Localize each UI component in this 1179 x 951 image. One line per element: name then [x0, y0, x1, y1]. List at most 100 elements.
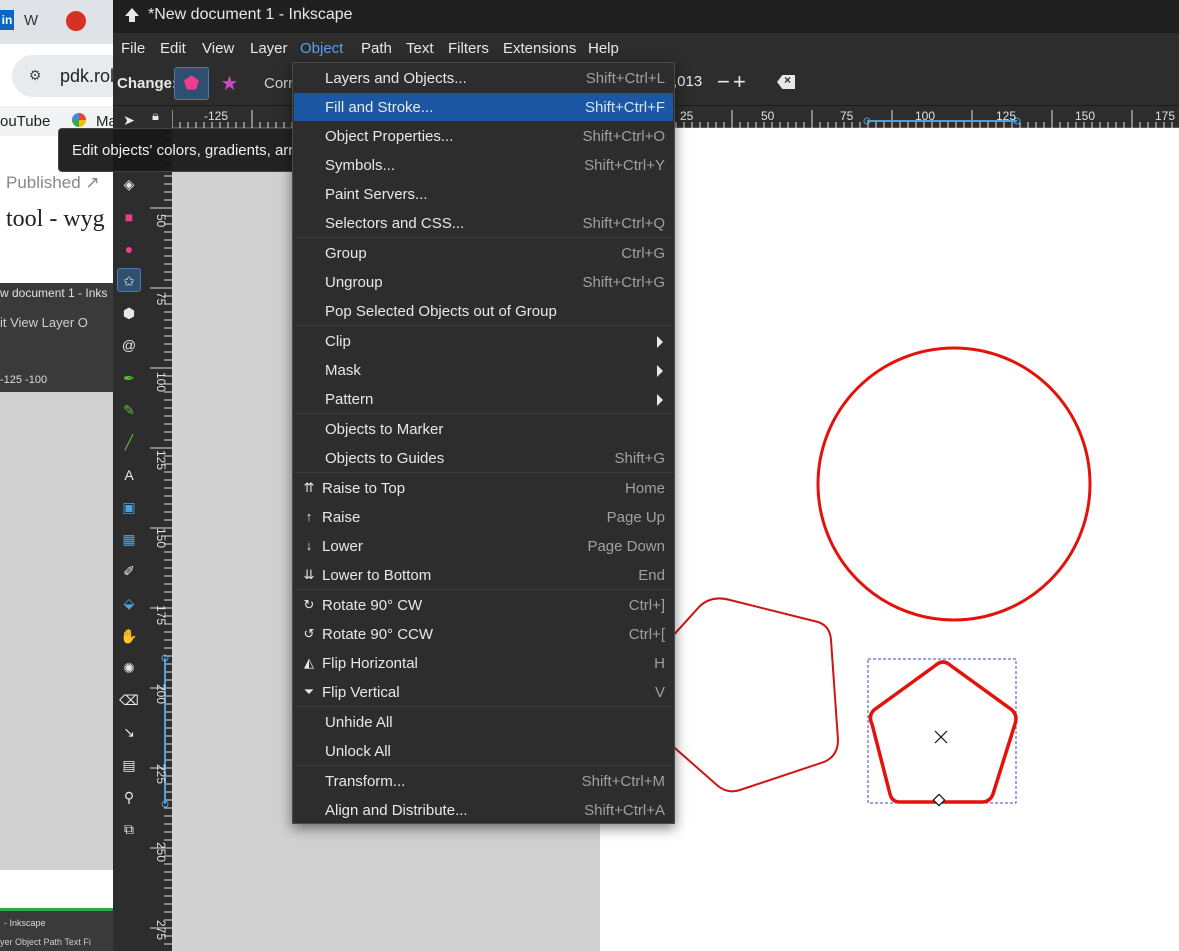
menu-edit[interactable]: Edit [160, 40, 186, 57]
decrement-button[interactable]: − [717, 69, 730, 95]
recording-tab-icon[interactable] [66, 11, 86, 31]
bookmark-youtube[interactable]: ouTube [0, 113, 50, 130]
menu-item-flip-horizontal[interactable]: ◭ Flip Horizontal H [294, 649, 673, 677]
menu-item-rotate-cw[interactable]: ↻ Rotate 90° CW Ctrl+] [294, 591, 673, 619]
hruler-label: 125 [996, 109, 1017, 123]
text-tool-icon[interactable]: A [117, 463, 141, 487]
published-link[interactable]: Published ↗ [6, 173, 100, 193]
menu-filters[interactable]: Filters [448, 40, 489, 57]
reset-backspace-icon[interactable]: × [777, 75, 795, 89]
connector-tool-icon[interactable]: ↘ [117, 720, 141, 744]
measure-tool-icon[interactable]: ⧉ [117, 817, 141, 841]
eraser-tool-icon[interactable]: ⌫ [117, 688, 141, 712]
vruler-label: 50 [154, 214, 168, 228]
site-settings-icon[interactable]: ⚙ [24, 64, 46, 86]
menu-help[interactable]: Help [588, 40, 619, 57]
menu-item-objects-to-marker[interactable]: Objects to Marker [294, 415, 673, 443]
menu-item-lower[interactable]: ↓ Lower Page Down [294, 532, 673, 560]
3d-box-tool-icon[interactable]: ⬢ [117, 301, 141, 325]
zoom-tool-icon[interactable]: ⚲ [117, 785, 141, 809]
menu-item-unhide-all[interactable]: Unhide All [294, 708, 673, 736]
page-heading-text: tool - wyg [6, 206, 105, 232]
menu-item-label: Lower to Bottom [322, 567, 432, 584]
browser-tab-w[interactable]: W [24, 12, 38, 29]
menu-item-shortcut: Shift+Ctrl+G [582, 274, 665, 291]
vruler-label: 175 [154, 605, 168, 626]
menu-item-transform[interactable]: Transform... Shift+Ctrl+M [294, 767, 673, 795]
submenu-arrow-icon [657, 365, 663, 377]
menu-item-unlock-all[interactable]: Unlock All [294, 737, 673, 765]
menu-item-flip-vertical[interactable]: ⏷ Flip Vertical V [294, 678, 673, 706]
pen-tool-icon[interactable]: ✒ [117, 366, 141, 390]
menu-item-raise-to-top[interactable]: ⇈ Raise to Top Home [294, 474, 673, 502]
background-inkscape-canvas [0, 392, 113, 872]
menu-item-symbols[interactable]: Symbols... Shift+Ctrl+Y [294, 151, 673, 179]
menu-item-mask[interactable]: Mask [294, 356, 673, 384]
mesh-tool-icon[interactable]: ▦ [117, 527, 141, 551]
rotate-ccw-icon: ↺ [303, 626, 315, 641]
menu-item-raise[interactable]: ↑ Raise Page Up [294, 503, 673, 531]
menu-file[interactable]: File [121, 40, 145, 57]
vruler-label: 275 [154, 920, 168, 941]
menu-item-fill-and-stroke[interactable]: Fill and Stroke... Shift+Ctrl+F [294, 93, 673, 121]
vruler-label: 75 [154, 292, 168, 306]
menu-item-rotate-ccw[interactable]: ↺ Rotate 90° CCW Ctrl+[ [294, 620, 673, 648]
menu-item-label: Mask [325, 362, 361, 379]
hruler-label: 150 [1075, 109, 1096, 123]
menu-item-layers-and-objects[interactable]: Layers and Objects... Shift+Ctrl+L [294, 64, 673, 92]
ellipse-tool-icon[interactable]: ● [117, 237, 141, 261]
randomized-value-field[interactable]: ,013 [673, 73, 702, 90]
menu-item-align-and-distribute[interactable]: Align and Distribute... Shift+Ctrl+A [294, 796, 673, 824]
pages-tool-icon[interactable]: ▤ [117, 753, 141, 777]
node-tool-icon[interactable]: ◈ [117, 172, 141, 196]
menu-item-object-properties[interactable]: Object Properties... Shift+Ctrl+O [294, 122, 673, 150]
paint-bucket-tool-icon[interactable]: ⬙ [117, 591, 141, 615]
submenu-arrow-icon [657, 336, 663, 348]
menu-item-paint-servers[interactable]: Paint Servers... [294, 180, 673, 208]
vruler-label: 125 [154, 450, 168, 471]
canvas-page[interactable] [600, 128, 1179, 951]
tweak-tool-icon[interactable]: ✋ [117, 624, 141, 648]
menu-text[interactable]: Text [406, 40, 434, 57]
dropper-tool-icon[interactable]: ✐ [117, 559, 141, 583]
menu-object[interactable]: Object [300, 40, 343, 57]
star-mode-button[interactable]: ★ [217, 69, 242, 99]
window-title-bar: *New document 1 - Inkscape [113, 0, 1179, 33]
polygon-mode-button[interactable]: ⬟ [174, 67, 209, 100]
menu-item-label: Raise to Top [322, 480, 406, 497]
menu-item-shortcut: Shift+Ctrl+O [582, 128, 665, 145]
menu-item-lower-to-bottom[interactable]: ⇊ Lower to Bottom End [294, 561, 673, 589]
menu-item-objects-to-guides[interactable]: Objects to Guides Shift+G [294, 444, 673, 472]
increment-button[interactable]: + [733, 69, 746, 95]
gradient-tool-icon[interactable]: ▣ [117, 495, 141, 519]
menu-item-selectors-and-css[interactable]: Selectors and CSS... Shift+Ctrl+Q [294, 209, 673, 237]
menu-item-shortcut: Shift+Ctrl+L [585, 70, 665, 87]
background-inkscape-menu: it View Layer O [0, 315, 88, 330]
maps-icon[interactable] [72, 113, 86, 127]
menu-item-pattern[interactable]: Pattern [294, 385, 673, 413]
menu-extensions[interactable]: Extensions [503, 40, 576, 57]
spiral-tool-icon[interactable]: @ [117, 333, 141, 357]
rectangle-tool-icon[interactable]: ■ [117, 205, 141, 229]
linkedin-tab-icon[interactable]: in [0, 10, 14, 30]
menu-item-ungroup[interactable]: Ungroup Shift+Ctrl+G [294, 268, 673, 296]
menu-item-group[interactable]: Group Ctrl+G [294, 239, 673, 267]
menu-path[interactable]: Path [361, 40, 392, 57]
vertical-ruler[interactable]: 50 75 100 125 150 175 200 225 250 275 [146, 128, 172, 951]
menu-item-label: Lower [322, 538, 363, 555]
star-polygon-tool-icon[interactable]: ✩ [117, 268, 141, 292]
menu-layer[interactable]: Layer [250, 40, 288, 57]
menu-item-pop-out-of-group[interactable]: Pop Selected Objects out of Group [294, 297, 673, 325]
ruler-lock[interactable]: 🔒︎ [146, 106, 172, 128]
spray-tool-icon[interactable]: ✺ [117, 656, 141, 680]
pencil-tool-icon[interactable]: ✎ [117, 398, 141, 422]
menu-item-label: Clip [325, 333, 351, 350]
menu-item-label: Objects to Marker [325, 421, 444, 438]
menu-separator [294, 706, 673, 707]
menu-item-shortcut: Home [624, 480, 665, 497]
vruler-label: 250 [154, 842, 168, 863]
menu-item-clip[interactable]: Clip [294, 327, 673, 355]
calligraphy-tool-icon[interactable]: ╱ [117, 430, 141, 454]
menu-view[interactable]: View [202, 40, 234, 57]
menu-item-label: Flip Vertical [322, 684, 400, 701]
